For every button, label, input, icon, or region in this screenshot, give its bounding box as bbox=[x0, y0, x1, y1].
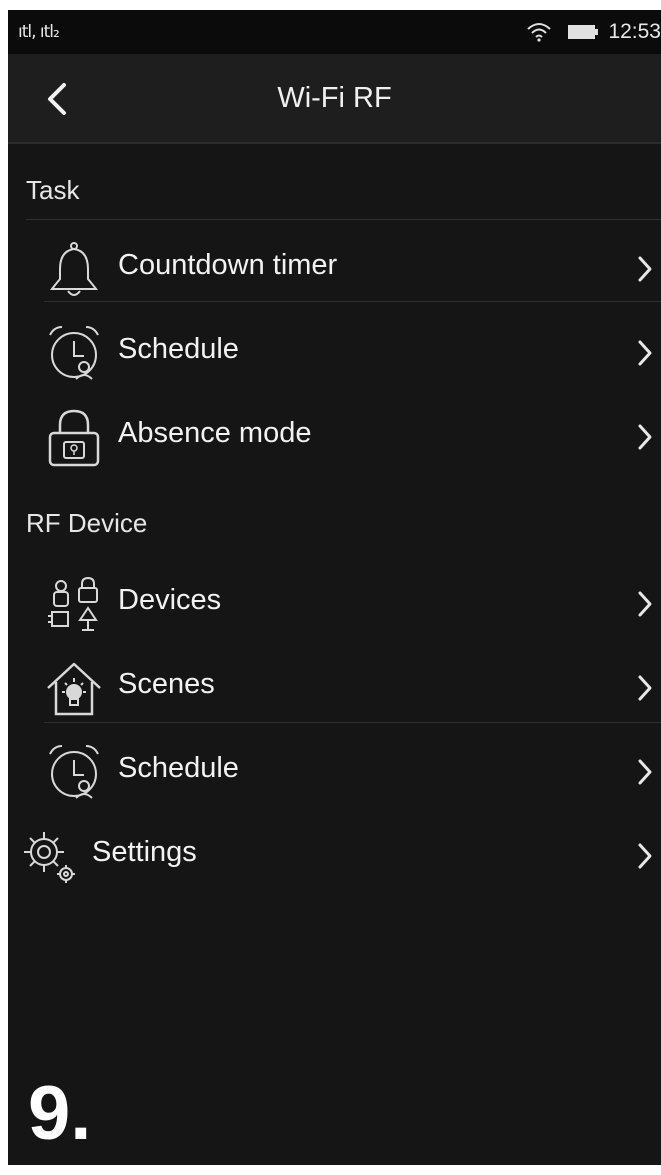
menu-item-label: Scenes bbox=[118, 668, 215, 700]
alarm-clock-icon bbox=[49, 745, 99, 799]
divider bbox=[44, 722, 661, 723]
page-number: 9. bbox=[28, 1071, 92, 1156]
menu-item-label: Absence mode bbox=[118, 417, 312, 449]
phone-screen: ıtl, ıtl₂ 12:53 Wi-Fi RF Task Countdown … bbox=[8, 10, 661, 1165]
menu-item-countdown-timer[interactable]: Countdown timer bbox=[8, 227, 661, 311]
page-title: Wi-Fi RF bbox=[277, 82, 392, 114]
menu-item-label: Settings bbox=[92, 836, 197, 868]
signal-icon: ıtl, ıtl₂ bbox=[18, 22, 60, 42]
divider bbox=[26, 219, 661, 220]
menu-item-devices[interactable]: Devices bbox=[8, 562, 661, 646]
chevron-right-icon bbox=[638, 424, 652, 450]
menu-item-task-schedule[interactable]: Schedule bbox=[8, 311, 661, 395]
status-bar-right: 12:53 bbox=[526, 19, 661, 45]
status-bar: ıtl, ıtl₂ 12:53 bbox=[8, 10, 661, 54]
chevron-right-icon bbox=[638, 340, 652, 366]
chevron-right-icon bbox=[638, 591, 652, 617]
menu-item-label: Countdown timer bbox=[118, 249, 338, 281]
wifi-icon bbox=[527, 23, 552, 42]
chevron-right-icon bbox=[638, 256, 652, 282]
battery-icon bbox=[568, 25, 599, 39]
bell-icon bbox=[49, 242, 99, 296]
menu-item-label: Devices bbox=[118, 584, 222, 616]
house-bulb-icon bbox=[47, 662, 101, 716]
chevron-right-icon bbox=[638, 675, 652, 701]
menu-item-absence-mode[interactable]: Absence mode bbox=[8, 395, 661, 479]
status-time: 12:53 bbox=[608, 20, 661, 43]
gear-icon bbox=[24, 832, 75, 883]
alarm-clock-icon bbox=[49, 326, 99, 380]
padlock-icon bbox=[48, 409, 100, 467]
menu-item-label: Schedule bbox=[118, 333, 239, 365]
section-header-rf-device: RF Device bbox=[26, 508, 148, 538]
devices-icon bbox=[48, 576, 98, 631]
menu-item-scenes[interactable]: Scenes bbox=[8, 646, 661, 730]
menu-item-rf-schedule[interactable]: Schedule bbox=[8, 730, 661, 814]
app-bar: Wi-Fi RF bbox=[8, 54, 661, 144]
section-header-task: Task bbox=[26, 175, 80, 205]
divider bbox=[44, 301, 661, 302]
menu-item-label: Schedule bbox=[118, 752, 239, 784]
menu-item-settings[interactable]: Settings bbox=[8, 814, 661, 898]
chevron-right-icon bbox=[638, 759, 652, 785]
chevron-right-icon bbox=[638, 843, 652, 869]
